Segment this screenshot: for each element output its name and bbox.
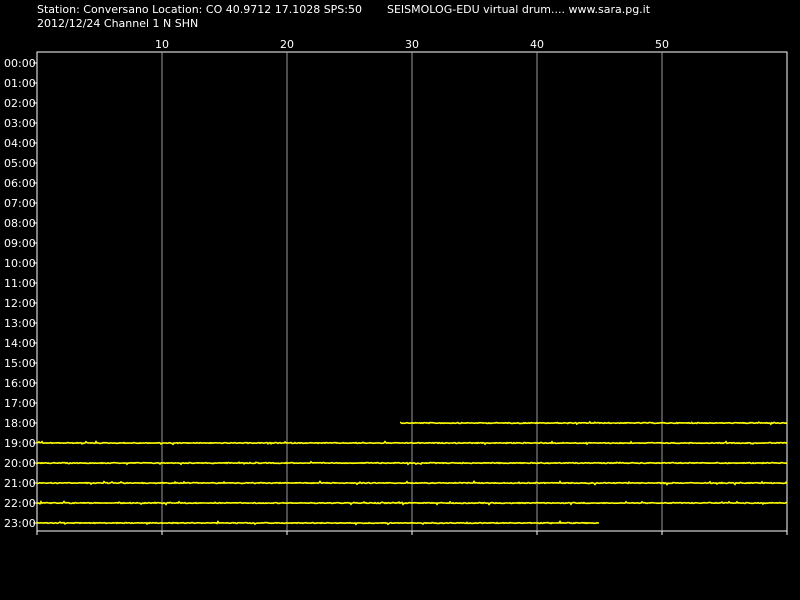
hour-label: 06:00 bbox=[4, 177, 36, 190]
minute-tick-label: 10 bbox=[155, 38, 169, 51]
seismic-trace bbox=[36, 519, 599, 526]
hour-label: 08:00 bbox=[4, 217, 36, 230]
minute-tick-label: 20 bbox=[280, 38, 294, 51]
minute-tick-label: 50 bbox=[655, 38, 669, 51]
hour-label: 18:00 bbox=[4, 417, 36, 430]
hour-label: 07:00 bbox=[4, 197, 36, 210]
hour-label: 16:00 bbox=[4, 377, 36, 390]
hour-label: 21:00 bbox=[4, 477, 36, 490]
seismic-trace bbox=[400, 420, 787, 426]
hour-label: 04:00 bbox=[4, 137, 36, 150]
hour-label: 15:00 bbox=[4, 357, 36, 370]
hour-label: 13:00 bbox=[4, 317, 36, 330]
minute-tick-label: 30 bbox=[405, 38, 419, 51]
hour-label: 22:00 bbox=[4, 497, 36, 510]
hour-label: 17:00 bbox=[4, 397, 36, 410]
drum-plot: 10 20 30 40 50 00:00 01:00 02:00 03:00 04:00 05:00… bbox=[4, 38, 788, 535]
hour-label: 11:00 bbox=[4, 277, 36, 290]
hour-label: 00:00 bbox=[4, 57, 36, 70]
hour-label: 03:00 bbox=[4, 117, 36, 130]
hour-label: 01:00 bbox=[4, 77, 36, 90]
hour-label: 14:00 bbox=[4, 337, 36, 350]
hour-label: 09:00 bbox=[4, 237, 36, 250]
hour-label: 05:00 bbox=[4, 157, 36, 170]
hour-label: 23:00 bbox=[4, 517, 36, 530]
minute-tick-label: 40 bbox=[530, 38, 544, 51]
hour-label: 20:00 bbox=[4, 457, 36, 470]
hour-label: 19:00 bbox=[4, 437, 36, 450]
hour-label: 02:00 bbox=[4, 97, 36, 110]
hour-label: 12:00 bbox=[4, 297, 36, 310]
hour-label: 10:00 bbox=[4, 257, 36, 270]
